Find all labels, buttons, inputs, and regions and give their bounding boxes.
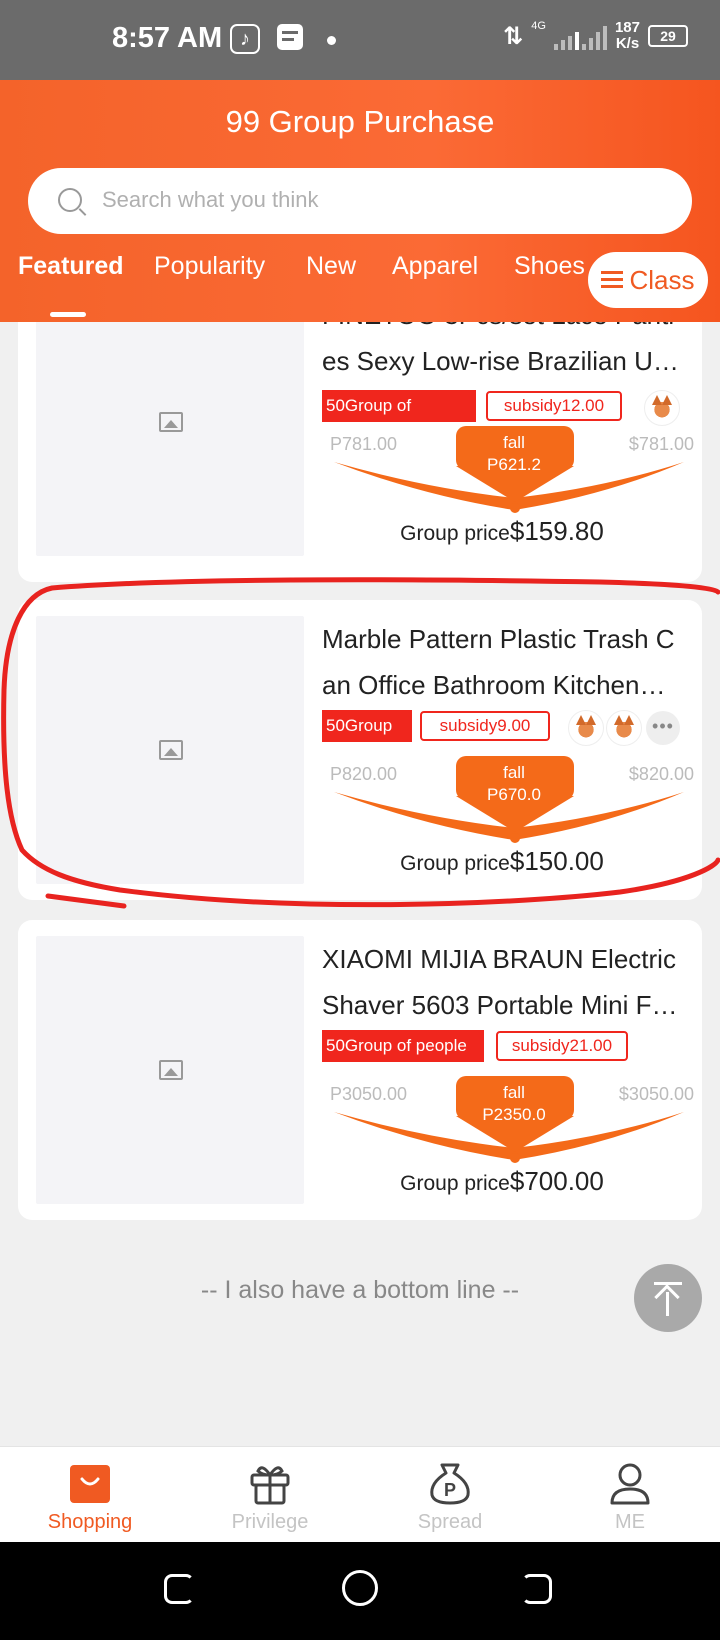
message-icon <box>277 24 303 50</box>
product-image[interactable] <box>36 292 304 556</box>
fall-value: P2350.0 <box>482 1105 546 1124</box>
group-price-value: $700.00 <box>509 1166 604 1196</box>
group-price: Group price$159.80 <box>322 516 682 547</box>
tab-shoes[interactable]: Shoes <box>514 252 585 281</box>
end-of-list-text: -- I also have a bottom line -- <box>200 1276 520 1304</box>
shopping-bag-icon <box>70 1465 110 1503</box>
subsidy-badge: subsidy12.00 <box>486 391 622 421</box>
search-icon <box>58 188 82 212</box>
status-bar: 8:57 AM ♪ ⇅ 4G 187 K/s 29 <box>0 0 720 80</box>
subsidy-badge: subsidy21.00 <box>496 1031 628 1061</box>
app-header: 99 Group Purchase Search what you think … <box>0 80 720 322</box>
tab-apparel[interactable]: Apparel <box>392 252 478 281</box>
product-image[interactable] <box>36 936 304 1204</box>
notification-dot-icon <box>327 36 336 45</box>
back-to-top-button[interactable] <box>634 1264 702 1332</box>
net-speed: 187 K/s <box>615 20 640 52</box>
active-tab-indicator <box>50 312 86 317</box>
group-price: Group price$700.00 <box>322 1166 682 1197</box>
svg-text:P: P <box>444 1480 456 1500</box>
tab-featured[interactable]: Featured <box>18 252 124 281</box>
nav-label: ME <box>615 1511 645 1533</box>
class-button[interactable]: Class <box>588 252 708 308</box>
person-icon <box>610 1463 650 1505</box>
net-speed-value: 187 <box>614 19 640 36</box>
fall-label-text: fall <box>503 433 525 452</box>
data-transfer-icon: ⇅ <box>503 22 524 50</box>
product-title-line: XIAOMI MIJIA BRAUN Electric <box>322 944 676 974</box>
tab-popularity[interactable]: Popularity <box>154 252 265 281</box>
image-placeholder-icon <box>159 1060 183 1080</box>
image-placeholder-icon <box>159 412 183 432</box>
tab-new[interactable]: New <box>306 252 356 281</box>
fall-value: P621.2 <box>487 455 541 474</box>
group-badge: 50Group of <box>322 390 476 422</box>
nav-label: Shopping <box>47 1511 133 1533</box>
list-icon <box>601 271 624 289</box>
search-input[interactable]: Search what you think <box>102 187 318 213</box>
nav-label: Spread <box>417 1511 483 1533</box>
home-icon[interactable] <box>342 1570 378 1606</box>
group-price-label: Group price <box>400 1172 510 1195</box>
back-icon[interactable] <box>522 1574 552 1604</box>
page-title: 99 Group Purchase <box>225 104 495 139</box>
fall-label: fall P621.2 <box>454 432 574 476</box>
class-button-label: Class <box>629 264 695 295</box>
gift-icon <box>250 1466 290 1505</box>
system-nav-bar <box>0 1542 720 1640</box>
tiktok-icon: ♪ <box>230 24 260 54</box>
arrow-up-icon <box>654 1284 680 1310</box>
recent-apps-icon[interactable] <box>164 1574 194 1604</box>
fall-label: fall P2350.0 <box>454 1082 574 1126</box>
net-speed-unit: K/s <box>615 35 640 52</box>
group-price-label: Group price <box>400 522 510 545</box>
product-card[interactable]: XIAOMI MIJIA BRAUN Electric Shaver 5603 … <box>18 920 702 1220</box>
status-right: ⇅ 4G 187 K/s 29 <box>503 20 688 52</box>
battery-level: 29 <box>660 28 676 44</box>
status-time: 8:57 AM <box>112 22 223 54</box>
group-price-value: $159.80 <box>509 516 604 546</box>
fox-avatar-icon <box>644 390 680 426</box>
bottom-nav: Shopping Privilege P Spread ME <box>0 1446 720 1542</box>
signal-icon <box>553 22 607 50</box>
product-title[interactable]: XIAOMI MIJIA BRAUN Electric Shaver 5603 … <box>322 936 682 1028</box>
product-title-line: Shaver 5603 Portable Mini F… <box>322 990 678 1020</box>
battery-icon: 29 <box>648 25 688 47</box>
network-type: 4G <box>531 20 546 32</box>
product-title-line: es Sexy Low-rise Brazilian U… <box>322 346 679 376</box>
nav-label: Privilege <box>231 1511 309 1533</box>
search-bar[interactable]: Search what you think <box>28 168 692 234</box>
product-card[interactable]: FINETOO 3Pcs/set Lace Panti es Sexy Low-… <box>18 292 702 582</box>
red-circle-annotation <box>1 577 720 909</box>
group-badge: 50Group of people <box>322 1030 484 1062</box>
money-bag-icon: P <box>430 1463 470 1505</box>
fall-label-text: fall <box>503 1083 525 1102</box>
